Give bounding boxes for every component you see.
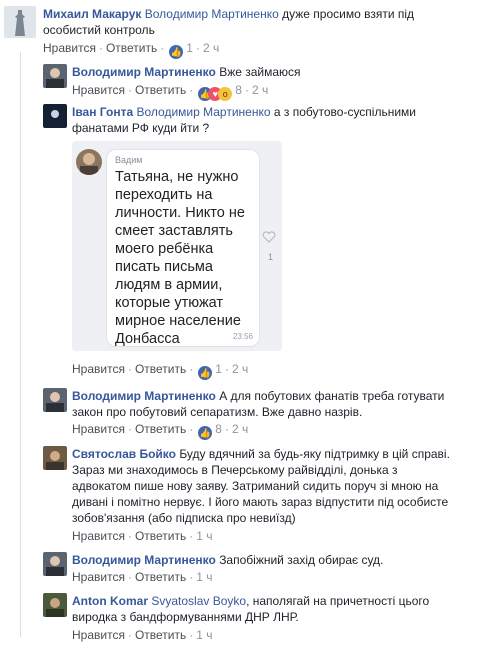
mention-link[interactable]: Володимир Мартиненко [145, 7, 279, 21]
timestamp[interactable]: 1 ч [196, 570, 212, 584]
heart-icon [262, 231, 276, 243]
reply-link[interactable]: Ответить [135, 570, 186, 584]
comment-body-line: Зараз ми знаходимось в Печерському райві… [72, 463, 398, 477]
reply-link[interactable]: Ответить [135, 422, 186, 436]
comment-3-actions: Нравится · Ответить · 👍 1 · 2 ч [72, 362, 249, 380]
sender-name: Вадим [115, 155, 143, 165]
comment-4-text: Володимир Мартиненко А для побутових фан… [72, 388, 477, 420]
comment-6-actions: Нравится · Ответить · 1 ч [72, 570, 213, 584]
thread-line [20, 52, 21, 637]
comment-body-line: Вже займаюся [219, 65, 301, 79]
person-avatar-icon [43, 388, 67, 412]
comment-body-line: дуже просимо взяти під [282, 7, 415, 21]
reply-link[interactable]: Ответить [106, 41, 157, 55]
author-name[interactable]: Anton Komar [72, 594, 148, 608]
avatar[interactable] [43, 593, 67, 617]
timestamp[interactable]: 2 ч [203, 41, 219, 55]
avatar[interactable] [43, 446, 67, 470]
timestamp[interactable]: 1 ч [196, 529, 212, 543]
reaction-count[interactable]: 1 [212, 362, 222, 376]
person-avatar-icon [43, 64, 67, 88]
comment-1-text: Михаил Макарук Володимир Мартиненко дуже… [43, 6, 463, 38]
author-name[interactable]: Володимир Мартиненко [72, 389, 216, 403]
reaction-count[interactable]: 1 [183, 41, 193, 55]
like-link[interactable]: Нравится [43, 41, 96, 55]
like-link[interactable]: Нравится [72, 83, 125, 97]
like-link[interactable]: Нравится [72, 422, 125, 436]
sender-avatar [76, 149, 102, 175]
person-avatar-icon [43, 446, 67, 470]
comment-body-line: виродка з бандформуваннями ДНР ЛНР. [72, 610, 299, 624]
comment-body-line: адвокатом пише нову заяву. Затриманий си… [72, 479, 439, 493]
comment-7-text: Anton Komar Svyatoslav Boyko, наполягай … [72, 593, 472, 625]
comment-4-actions: Нравится · Ответить · 👍 8 · 2 ч [72, 422, 249, 440]
person-avatar-icon [76, 149, 102, 175]
comment-7-actions: Нравится · Ответить · 1 ч [72, 628, 213, 642]
comment-1-actions: Нравится · Ответить · 👍 1 · 2 ч [43, 41, 220, 59]
reaction-count[interactable]: 8 [232, 83, 242, 97]
author-name[interactable]: Михаил Макарук [43, 7, 141, 21]
timestamp[interactable]: 1 ч [196, 628, 212, 642]
comment-body-line: закон про побутовий сепаратизм. Вже давн… [72, 405, 363, 419]
timestamp[interactable]: 2 ч [252, 83, 268, 97]
author-name[interactable]: Іван Гонта [72, 105, 133, 119]
message-bubble: Вадим Татьяна, не нужно переходить на ли… [106, 149, 260, 347]
comment-body-line: Буду вдячний за будь-яку підтримку в цій… [179, 447, 450, 461]
thumbs-up-icon[interactable]: 👍 [198, 426, 213, 440]
like-link[interactable]: Нравится [72, 529, 125, 543]
comment-body-line: зобов'язання (або підписка про невиїзд) [72, 511, 296, 525]
person-avatar-icon [43, 552, 67, 576]
reply-link[interactable]: Ответить [135, 83, 186, 97]
mention-link[interactable]: Володимир Мартиненко [137, 105, 271, 119]
dark-avatar-icon [43, 104, 67, 128]
avatar[interactable] [43, 388, 67, 412]
statue-avatar-icon [4, 6, 36, 38]
avatar[interactable] [43, 64, 67, 88]
reply-link[interactable]: Ответить [135, 362, 186, 376]
author-name[interactable]: Володимир Мартиненко [72, 65, 216, 79]
comment-2-text: Володимир Мартиненко Вже займаюся [72, 64, 472, 80]
comment-body-line: А для побутових фанатів треба готувати [219, 389, 445, 403]
message-time: 23:56 [232, 332, 253, 341]
comment-body-line: особистий контроль [43, 23, 155, 37]
thumbs-up-icon[interactable]: 👍 [198, 366, 213, 380]
thumbs-up-icon[interactable]: 👍 [169, 45, 184, 59]
comment-5-text: Святослав Бойко Буду вдячний за будь-яку… [72, 446, 480, 526]
message-text: Татьяна, не нужно переходить на личности… [115, 169, 245, 347]
comment-5-actions: Нравится · Ответить · 1 ч [72, 529, 213, 543]
comment-body-line: а з побутово-суспільними [273, 105, 417, 119]
person-avatar-icon [43, 593, 67, 617]
comment-6-text: Володимир Мартиненко Запобіжний захід об… [72, 552, 472, 568]
comment-3-text: Іван Гонта Володимир Мартиненко а з побу… [72, 104, 472, 136]
author-name[interactable]: Святослав Бойко [72, 447, 176, 461]
reaction-count[interactable]: 8 [212, 422, 222, 436]
timestamp[interactable]: 2 ч [232, 422, 248, 436]
like-link[interactable]: Нравится [72, 628, 125, 642]
like-link[interactable]: Нравится [72, 362, 125, 376]
author-name[interactable]: Володимир Мартиненко [72, 553, 216, 567]
mention-link[interactable]: Svyatoslav Boyko [151, 594, 246, 608]
reply-link[interactable]: Ответить [135, 529, 186, 543]
timestamp[interactable]: 2 ч [232, 362, 248, 376]
heart-count: 1 [268, 252, 274, 262]
comment-2-actions: Нравится · Ответить · 👍 ♥ o 8 · 2 ч [72, 83, 269, 101]
avatar[interactable] [43, 552, 67, 576]
like-link[interactable]: Нравится [72, 570, 125, 584]
reply-link[interactable]: Ответить [135, 628, 186, 642]
comment-body-line: фанатами РФ куди йти ? [72, 121, 210, 135]
comment-body-line: дивані і помітно нервує. І його мають за… [72, 495, 449, 509]
wow-reaction-icon[interactable]: o [218, 87, 233, 101]
attached-screenshot[interactable]: Вадим Татьяна, не нужно переходить на ли… [72, 141, 282, 351]
comment-body-line: Запобіжний захід обирає суд. [219, 553, 384, 567]
avatar[interactable] [4, 6, 36, 38]
avatar[interactable] [43, 104, 67, 128]
comment-body-line: , наполягай на причетності цього [246, 594, 430, 608]
